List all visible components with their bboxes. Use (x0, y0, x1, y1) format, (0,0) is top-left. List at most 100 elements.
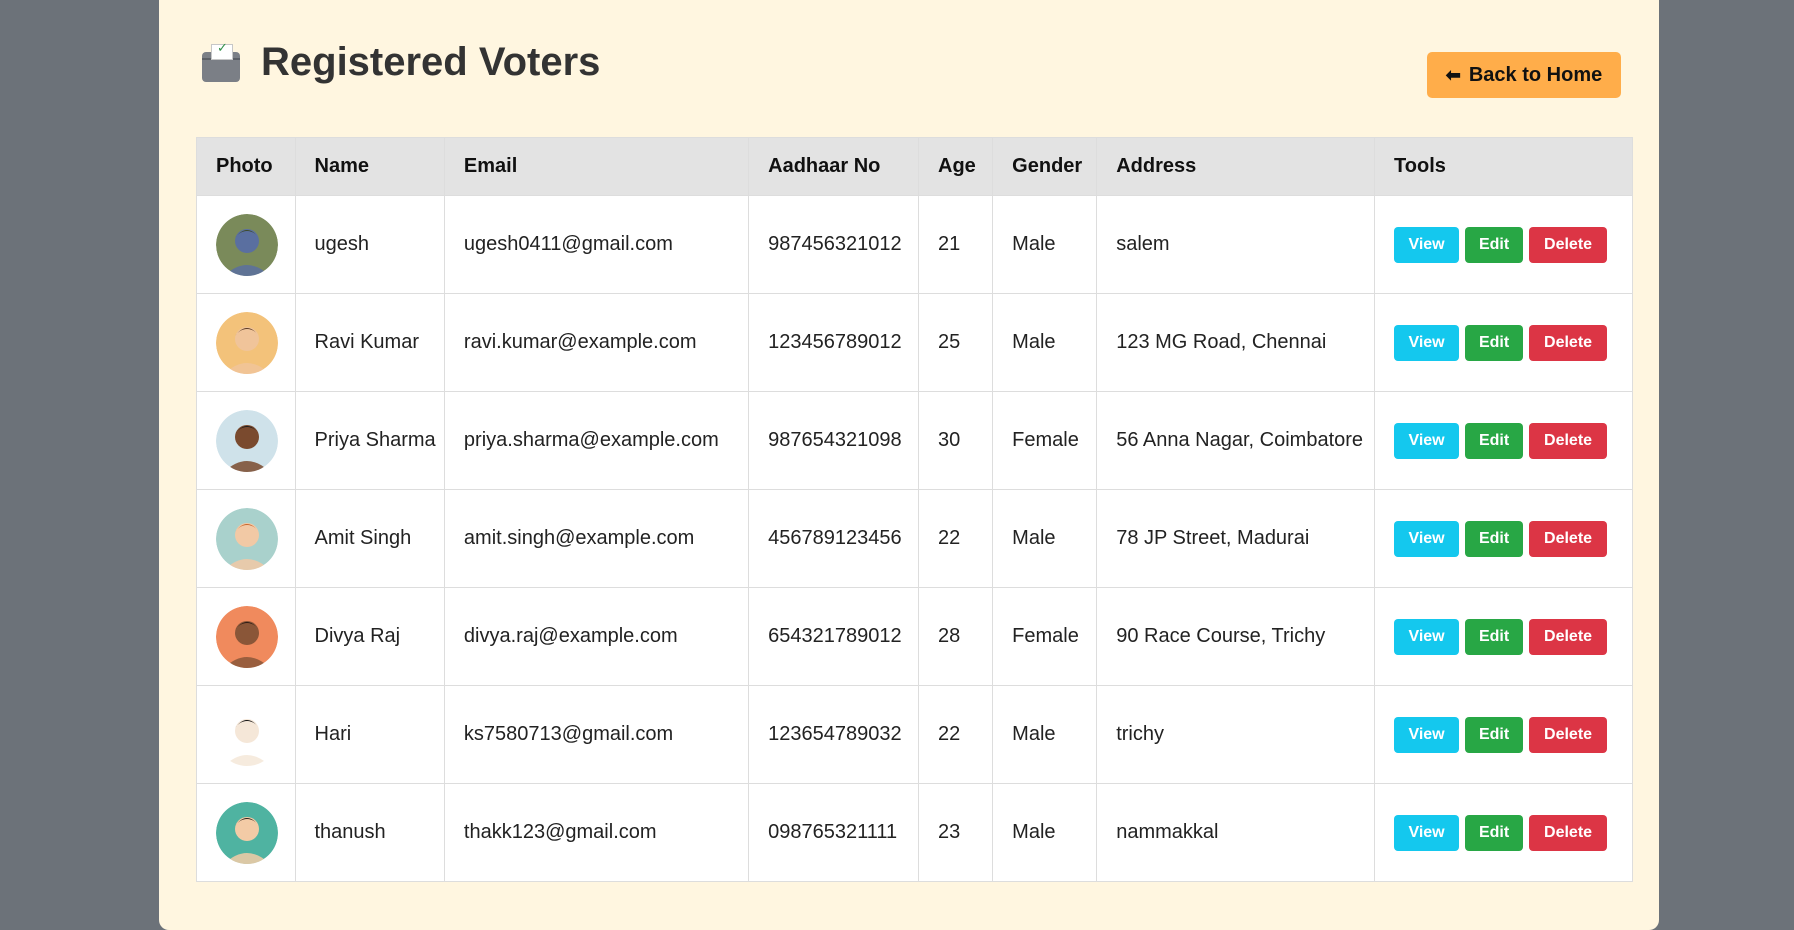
gender-cell: Male (992, 293, 1098, 392)
gender-cell: Female (992, 391, 1098, 490)
gender-cell: Male (992, 489, 1098, 588)
email-cell: divya.raj@example.com (443, 587, 750, 686)
view-button[interactable]: View (1394, 324, 1460, 361)
voters-card: Registered Voters ⬅ Back to Home PhotoNa… (159, 0, 1659, 930)
page-header: Registered Voters (201, 38, 600, 86)
address-cell: 56 Anna Nagar, Coimbatore (1096, 391, 1376, 490)
name-cell: Amit Singh (294, 489, 445, 588)
delete-button[interactable]: Delete (1529, 618, 1608, 655)
column-header: Gender (992, 137, 1098, 196)
photo-cell (196, 587, 296, 686)
table-row: thanush thakk123@gmail.com 098765321111 23 M… (196, 783, 1633, 882)
photo-cell (196, 783, 296, 882)
table-row: Ravi Kumar ravi.kumar@example.com 12345678… (196, 293, 1633, 392)
delete-button[interactable]: Delete (1529, 814, 1608, 851)
column-header: Age (918, 137, 994, 196)
table-row: ugesh ugesh0411@gmail.com 987456321012 21 Ma… (196, 195, 1633, 294)
age-cell: 23 (918, 783, 994, 882)
back-to-home-button[interactable]: ⬅ Back to Home (1427, 52, 1621, 98)
gender-cell: Male (992, 783, 1098, 882)
view-button[interactable]: View (1394, 226, 1460, 263)
address-cell: trichy (1096, 685, 1376, 784)
tools-cell: View Edit Delete (1374, 293, 1633, 392)
edit-button[interactable]: Edit (1465, 814, 1524, 851)
view-button[interactable]: View (1394, 716, 1460, 753)
table-row: Divya Raj divya.raj@example.com 6543217890… (196, 587, 1633, 686)
tools-cell: View Edit Delete (1374, 391, 1633, 490)
column-header: Email (443, 137, 750, 196)
column-header: Tools (1374, 137, 1633, 196)
photo-cell (196, 293, 296, 392)
row-tools: View Edit Delete (1394, 716, 1632, 753)
view-button[interactable]: View (1394, 618, 1460, 655)
name-cell: ugesh (294, 195, 445, 294)
avatar (216, 703, 278, 766)
name-cell: thanush (294, 783, 445, 882)
age-cell: 22 (918, 489, 994, 588)
column-header: Address (1096, 137, 1376, 196)
view-button[interactable]: View (1394, 814, 1460, 851)
column-header: Aadhaar No (748, 137, 920, 196)
name-cell: Divya Raj (294, 587, 445, 686)
column-header: Name (294, 137, 445, 196)
edit-button[interactable]: Edit (1465, 716, 1524, 753)
aadhaar-cell: 098765321111 (748, 783, 920, 882)
voters-table: Photo Name Email Aadhaar No Age Gender Address… (196, 137, 1633, 882)
arrow-left-icon: ⬅ (1445, 64, 1461, 85)
delete-button[interactable]: Delete (1529, 324, 1608, 361)
table-row: Priya Sharma priya.sharma@example.com 9876… (196, 391, 1633, 490)
tools-cell: View Edit Delete (1374, 587, 1633, 686)
delete-button[interactable]: Delete (1529, 520, 1608, 557)
table-row: Hari ks7580713@gmail.com 123654789032 22 Mal… (196, 685, 1633, 784)
gender-cell: Male (992, 195, 1098, 294)
gender-cell: Male (992, 685, 1098, 784)
avatar (216, 213, 278, 276)
view-button[interactable]: View (1394, 422, 1460, 459)
address-cell: salem (1096, 195, 1376, 294)
row-tools: View Edit Delete (1394, 422, 1632, 459)
tools-cell: View Edit Delete (1374, 489, 1633, 588)
tools-cell: View Edit Delete (1374, 783, 1633, 882)
email-cell: ravi.kumar@example.com (443, 293, 750, 392)
edit-button[interactable]: Edit (1465, 422, 1524, 459)
email-cell: ks7580713@gmail.com (443, 685, 750, 784)
age-cell: 28 (918, 587, 994, 686)
aadhaar-cell: 456789123456 (748, 489, 920, 588)
aadhaar-cell: 987654321098 (748, 391, 920, 490)
delete-button[interactable]: Delete (1529, 226, 1608, 263)
photo-cell (196, 685, 296, 784)
age-cell: 22 (918, 685, 994, 784)
row-tools: View Edit Delete (1394, 226, 1632, 263)
row-tools: View Edit Delete (1394, 618, 1632, 655)
edit-button[interactable]: Edit (1465, 520, 1524, 557)
delete-button[interactable]: Delete (1529, 716, 1608, 753)
table-row: Amit Singh amit.singh@example.com 45678912… (196, 489, 1633, 588)
gender-cell: Female (992, 587, 1098, 686)
delete-button[interactable]: Delete (1529, 422, 1608, 459)
back-to-home-label: Back to Home (1468, 63, 1603, 86)
name-cell: Hari (294, 685, 445, 784)
tools-cell: View Edit Delete (1374, 685, 1633, 784)
tools-cell: View Edit Delete (1374, 195, 1633, 294)
photo-cell (196, 489, 296, 588)
email-cell: amit.singh@example.com (443, 489, 750, 588)
age-cell: 30 (918, 391, 994, 490)
row-tools: View Edit Delete (1394, 324, 1632, 361)
avatar (216, 801, 278, 864)
aadhaar-cell: 987456321012 (748, 195, 920, 294)
ballot-box-icon (201, 40, 241, 82)
email-cell: priya.sharma@example.com (443, 391, 750, 490)
view-button[interactable]: View (1394, 520, 1460, 557)
age-cell: 21 (918, 195, 994, 294)
avatar (216, 409, 278, 472)
edit-button[interactable]: Edit (1465, 618, 1524, 655)
edit-button[interactable]: Edit (1465, 324, 1524, 361)
aadhaar-cell: 123456789012 (748, 293, 920, 392)
aadhaar-cell: 654321789012 (748, 587, 920, 686)
row-tools: View Edit Delete (1394, 814, 1632, 851)
edit-button[interactable]: Edit (1465, 226, 1524, 263)
page-title: Registered Voters (261, 40, 601, 84)
row-tools: View Edit Delete (1394, 520, 1632, 557)
avatar (216, 507, 278, 570)
photo-cell (196, 391, 296, 490)
